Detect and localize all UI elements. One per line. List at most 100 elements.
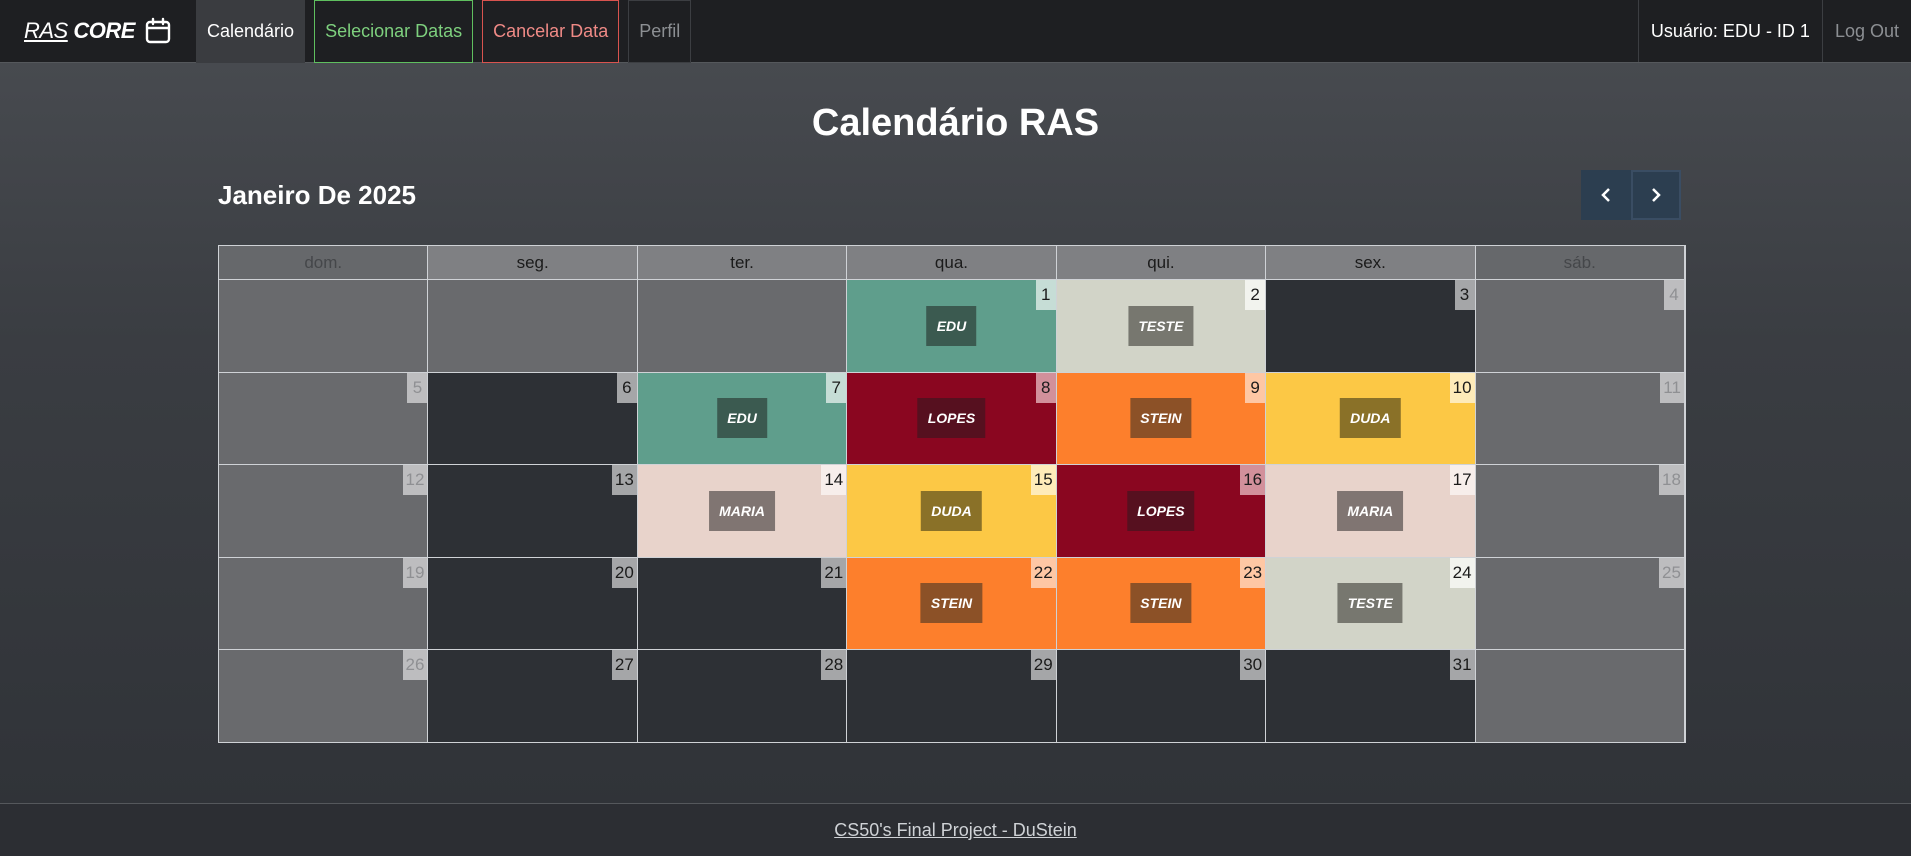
day-number: 24 (1449, 557, 1475, 588)
day-number: 2 (1245, 280, 1266, 310)
brand-text-ras: RAS (24, 18, 68, 43)
brand-logo[interactable]: RAS CORE (0, 0, 196, 62)
event-user-badge: STEIN (1130, 398, 1192, 439)
calendar-week-row: 1 EDU 2 TESTE 3 4 (219, 279, 1685, 372)
prev-month-button[interactable] (1581, 170, 1631, 220)
calendar-day-cell[interactable]: 3 (1266, 280, 1476, 372)
calendar-day-cell[interactable]: 28 (637, 650, 848, 742)
nav-cancel-date[interactable]: Cancelar Data (482, 0, 620, 63)
day-number: 27 (611, 650, 637, 680)
calendar-empty-cell (219, 280, 429, 372)
calendar-day-cell[interactable]: 29 (847, 650, 1057, 742)
day-number: 3 (1454, 280, 1475, 310)
calendar-day-cell[interactable]: 18 (1475, 465, 1685, 557)
day-number: 30 (1240, 650, 1266, 680)
calendar-day-cell[interactable]: 2 TESTE (1056, 280, 1267, 372)
calendar-day-cell[interactable]: 21 (637, 557, 848, 649)
day-number: 4 (1663, 280, 1684, 310)
event-user-badge: TESTE (1337, 583, 1403, 624)
page-title: Calendário RAS (811, 102, 1100, 144)
footer-link[interactable]: CS50's Final Project - DuStein (834, 820, 1077, 841)
day-number: 1 (1035, 280, 1056, 310)
event-user-badge: MARIA (1337, 490, 1404, 531)
day-number: 5 (407, 372, 428, 403)
event-user-badge: LOPES (917, 398, 986, 439)
nav-right: Usuário: EDU - ID 1 Log Out (1637, 0, 1911, 62)
day-number: 26 (402, 650, 428, 680)
nav-profile[interactable]: Perfil (628, 0, 692, 63)
calendar-day-cell[interactable]: 10 DUDA (1266, 372, 1476, 464)
calendar-day-cell[interactable]: 31 (1266, 650, 1476, 742)
month-navigation (1581, 170, 1681, 220)
weekday-header-cell: seg. (428, 246, 638, 279)
calendar-day-cell[interactable]: 27 (428, 650, 638, 742)
calendar-day-cell[interactable]: 24 TESTE (1266, 557, 1476, 649)
calendar-day-cell[interactable]: 7 EDU (637, 372, 848, 464)
calendar-day-cell[interactable]: 6 (428, 372, 638, 464)
event-user-badge: STEIN (1130, 583, 1192, 624)
day-number: 19 (402, 557, 428, 588)
weekday-header-cell: qua. (847, 246, 1057, 279)
user-info: Usuário: EDU - ID 1 (1637, 0, 1823, 62)
calendar-week-row: 12 13 14 MARIA 15 DUDA 16 LOPES 17 MARIA 18 (219, 464, 1685, 557)
calendar-day-cell[interactable]: 17 MARIA (1266, 465, 1476, 557)
day-number: 21 (821, 557, 847, 588)
day-number: 12 (402, 465, 428, 495)
calendar-day-cell[interactable]: 26 (219, 650, 429, 742)
calendar-day-cell[interactable]: 13 (428, 465, 638, 557)
day-number: 28 (821, 650, 847, 680)
calendar-day-cell[interactable]: 11 (1475, 372, 1685, 464)
day-number: 18 (1659, 465, 1684, 495)
calendar-empty-cell (637, 280, 848, 372)
calendar-icon (145, 17, 171, 45)
chevron-left-icon (1601, 188, 1610, 202)
day-number: 17 (1449, 465, 1475, 495)
chevron-right-icon (1652, 188, 1661, 202)
calendar-day-cell[interactable]: 14 MARIA (637, 465, 848, 557)
weekday-header-cell: sex. (1266, 246, 1476, 279)
weekday-header-cell: ter. (637, 246, 848, 279)
calendar-week-row: 5 6 7 EDU 8 LOPES 9 STEIN 10 DUDA 11 (219, 371, 1685, 464)
day-number: 10 (1449, 372, 1475, 403)
event-user-badge: LOPES (1127, 490, 1195, 531)
next-month-button[interactable] (1631, 170, 1681, 220)
calendar-day-cell[interactable]: 30 (1056, 650, 1267, 742)
calendar-day-cell[interactable]: 12 (219, 465, 429, 557)
calendar-week-row: 19 20 21 22 STEIN 23 STEIN 24 TESTE 25 (219, 556, 1685, 649)
calendar-day-cell[interactable]: 4 (1475, 280, 1685, 372)
nav-calendar[interactable]: Calendário (196, 0, 306, 63)
day-number: 6 (616, 372, 637, 403)
calendar-day-cell[interactable]: 25 (1475, 557, 1685, 649)
calendar-grid: dom. seg. ter. qua. qui. sex. sáb. 1 EDU 2 TESTE 3… (218, 245, 1686, 743)
weekday-header-cell: qui. (1056, 246, 1267, 279)
calendar-empty-cell (1475, 650, 1685, 742)
day-number: 31 (1449, 650, 1475, 680)
weekday-header-cell: sáb. (1475, 246, 1685, 279)
month-title: Janeiro De 2025 (218, 180, 417, 210)
event-user-badge: DUDA (921, 490, 982, 531)
day-number: 11 (1660, 372, 1684, 403)
calendar-day-cell[interactable]: 19 (219, 557, 429, 649)
day-number: 22 (1030, 557, 1056, 588)
calendar-day-cell[interactable]: 16 LOPES (1056, 465, 1267, 557)
calendar-day-cell[interactable]: 9 STEIN (1056, 372, 1267, 464)
event-user-badge: TESTE (1128, 305, 1194, 346)
calendar-day-cell[interactable]: 8 LOPES (847, 372, 1057, 464)
event-user-badge: EDU (926, 305, 977, 346)
footer: CS50's Final Project - DuStein (0, 803, 1911, 856)
day-number: 29 (1030, 650, 1056, 680)
weekday-header: dom. seg. ter. qua. qui. sex. sáb. (219, 246, 1685, 279)
calendar-day-cell[interactable]: 22 STEIN (847, 557, 1057, 649)
nav-select-dates[interactable]: Selecionar Datas (314, 0, 474, 63)
day-number: 20 (611, 557, 637, 588)
brand-text-core: CORE (73, 18, 135, 43)
navbar: RAS CORE Calendário Selecionar Datas Can… (0, 0, 1911, 63)
calendar-day-cell[interactable]: 5 (219, 372, 429, 464)
calendar-day-cell[interactable]: 20 (428, 557, 638, 649)
calendar-day-cell[interactable]: 23 STEIN (1056, 557, 1267, 649)
event-user-badge: DUDA (1340, 398, 1401, 439)
calendar-day-cell[interactable]: 1 EDU (847, 280, 1057, 372)
calendar-day-cell[interactable]: 15 DUDA (847, 465, 1057, 557)
day-number: 9 (1245, 372, 1266, 403)
logout-link[interactable]: Log Out (1823, 0, 1911, 62)
